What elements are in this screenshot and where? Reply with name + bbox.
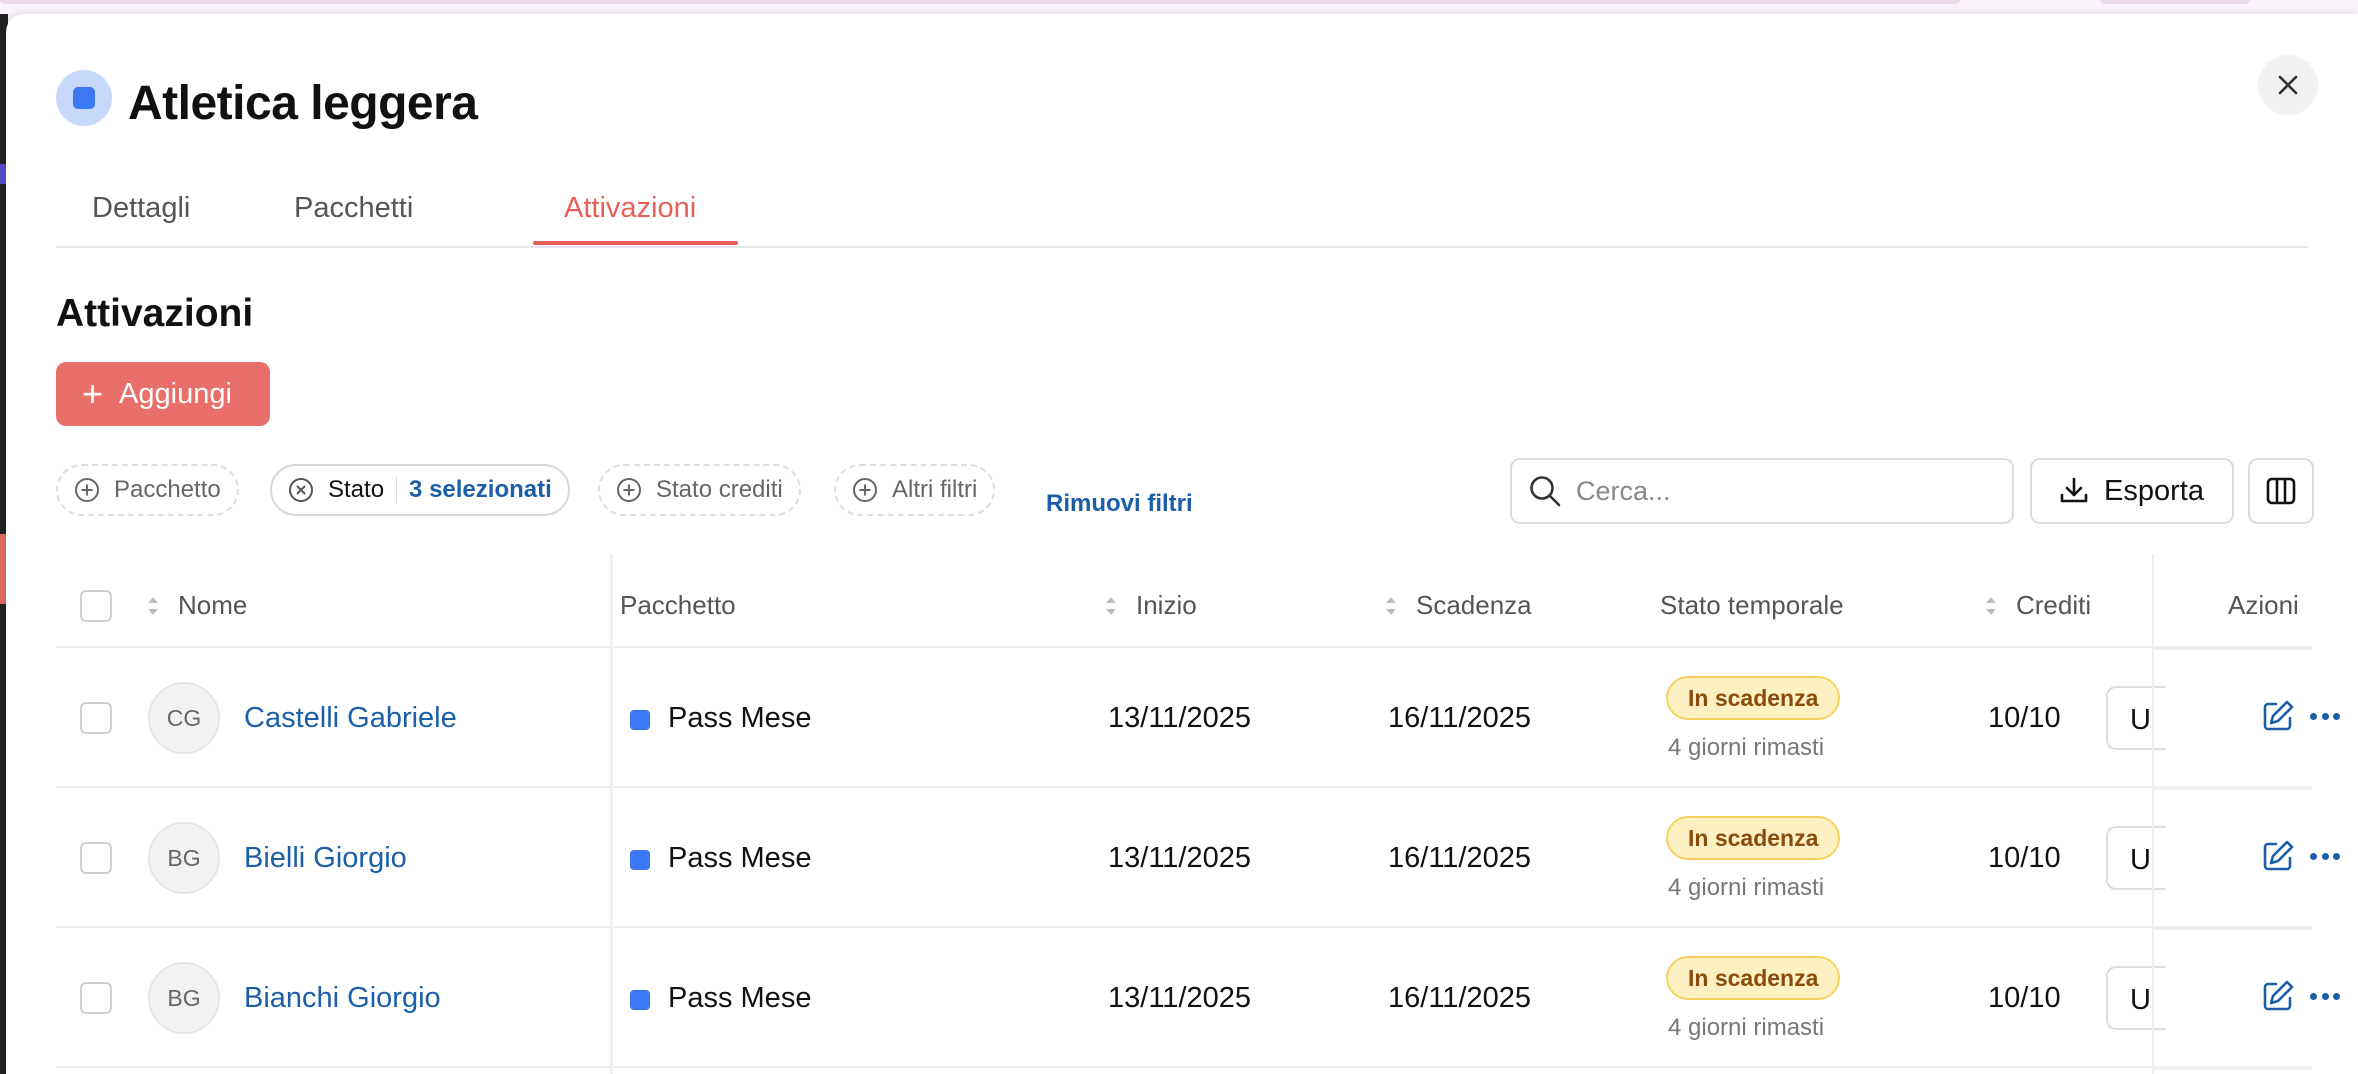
table-header: Nome Pacchetto Inizio Scadenza Stato tem… <box>56 554 2312 648</box>
days-remaining: 4 giorni rimasti <box>1668 734 1825 761</box>
filter-stato-selected: 3 selezionati <box>409 476 552 503</box>
close-icon <box>2278 75 2298 95</box>
search-box[interactable] <box>1510 458 2014 524</box>
export-button[interactable]: Esporta <box>2030 458 2234 524</box>
header-crediti[interactable]: Crediti <box>2016 590 2091 621</box>
package-name: Pass Mese <box>668 982 812 1014</box>
select-all-checkbox[interactable] <box>80 590 112 622</box>
more-options-button[interactable] <box>2310 986 2340 1006</box>
member-name-link[interactable]: Bianchi Giorgio <box>244 982 441 1015</box>
background-bar <box>2100 0 2250 4</box>
sort-icon[interactable] <box>146 594 160 618</box>
activations-table: Nome Pacchetto Inizio Scadenza Stato tem… <box>56 554 2340 1074</box>
table-row: CG Castelli Gabriele Pass Mese 13/11/202… <box>56 648 2312 788</box>
download-icon <box>2060 477 2088 503</box>
credits-value: 10/10 <box>1988 702 2061 734</box>
avatar: BG <box>148 962 220 1034</box>
table-row: BG Bielli Giorgio Pass Mese 13/11/2025 1… <box>56 788 2312 928</box>
header-inizio[interactable]: Inizio <box>1136 590 1197 621</box>
package-color-icon <box>630 710 650 730</box>
edit-icon[interactable] <box>2260 978 2296 1014</box>
filter-stato-crediti-label: Stato crediti <box>656 476 783 503</box>
package-name: Pass Mese <box>668 702 812 734</box>
clear-filter-icon[interactable] <box>288 477 314 503</box>
avatar: BG <box>148 822 220 894</box>
edit-icon[interactable] <box>2260 698 2296 734</box>
plus-circle-icon <box>617 478 641 502</box>
add-button[interactable]: + Aggiungi <box>56 362 270 426</box>
more-options-button[interactable] <box>2310 706 2340 726</box>
close-button[interactable] <box>2258 55 2318 115</box>
filter-stato[interactable]: Stato 3 selezionati <box>270 464 570 516</box>
status-badge: In scadenza <box>1666 956 1841 1000</box>
search-input[interactable] <box>1576 475 1996 507</box>
package-name: Pass Mese <box>668 842 812 874</box>
credits-value: 10/10 <box>1988 982 2061 1014</box>
start-date: 13/11/2025 <box>1108 982 1251 1014</box>
tab-pacchetti[interactable]: Pacchetti <box>294 192 413 225</box>
package-color-icon <box>630 990 650 1010</box>
member-name-link[interactable]: Bielli Giorgio <box>244 842 407 875</box>
tab-bar: Dettagli Pacchetti Attivazioni <box>56 174 2308 248</box>
chip-divider <box>396 477 398 503</box>
activation-modal: Atletica leggera Dettagli Pacchetti Atti… <box>6 14 2358 1074</box>
columns-icon <box>2266 477 2296 505</box>
filter-stato-crediti[interactable]: Stato crediti <box>598 464 801 516</box>
days-remaining: 4 giorni rimasti <box>1668 1014 1825 1041</box>
sort-icon[interactable] <box>1984 594 1998 618</box>
tab-attivazioni[interactable]: Attivazioni <box>564 192 696 225</box>
package-color-icon <box>630 850 650 870</box>
filter-altri-filtri[interactable]: Altri filtri <box>834 464 996 516</box>
plus-circle-icon <box>75 478 99 502</box>
active-tab-indicator <box>533 241 738 245</box>
table-row: BG Bianchi Giorgio Pass Mese 13/11/2025 … <box>56 928 2312 1068</box>
remove-filters-link[interactable]: Rimuovi filtri <box>1046 490 1193 518</box>
filter-pacchetto[interactable]: Pacchetto <box>56 464 239 516</box>
sort-icon[interactable] <box>1104 594 1118 618</box>
credits-value: 10/10 <box>1988 842 2061 874</box>
search-icon <box>1530 476 1561 507</box>
add-button-label: Aggiungi <box>119 377 232 410</box>
header-nome[interactable]: Nome <box>178 590 247 621</box>
filter-stato-label: Stato <box>328 476 385 503</box>
end-date: 16/11/2025 <box>1388 842 1531 874</box>
sort-icon[interactable] <box>1384 594 1398 618</box>
plus-icon: + <box>82 373 104 414</box>
category-color-icon <box>56 70 112 126</box>
avatar: CG <box>148 682 220 754</box>
status-badge: In scadenza <box>1666 816 1841 860</box>
header-pacchetto: Pacchetto <box>620 590 736 620</box>
modal-title: Atletica leggera <box>128 77 478 130</box>
row-checkbox[interactable] <box>80 982 112 1014</box>
end-date: 16/11/2025 <box>1388 702 1531 734</box>
days-remaining: 4 giorni rimasti <box>1668 874 1825 901</box>
plus-circle-icon <box>853 478 877 502</box>
start-date: 13/11/2025 <box>1108 842 1251 874</box>
filter-altri-filtri-label: Altri filtri <box>892 476 978 503</box>
edit-icon[interactable] <box>2260 838 2296 874</box>
background-bar <box>0 0 1960 4</box>
export-label: Esporta <box>2104 474 2204 507</box>
filter-pacchetto-label: Pacchetto <box>114 476 221 503</box>
start-date: 13/11/2025 <box>1108 702 1251 734</box>
member-name-link[interactable]: Castelli Gabriele <box>244 702 457 735</box>
header-stato-temporale: Stato temporale <box>1660 590 1844 620</box>
columns-button[interactable] <box>2248 458 2314 524</box>
more-options-button[interactable] <box>2310 846 2340 866</box>
end-date: 16/11/2025 <box>1388 982 1531 1014</box>
row-checkbox[interactable] <box>80 842 112 874</box>
tab-dettagli[interactable]: Dettagli <box>92 192 190 225</box>
background-app-strip <box>0 0 2358 14</box>
row-checkbox[interactable] <box>80 702 112 734</box>
status-badge: In scadenza <box>1666 676 1841 720</box>
header-scadenza[interactable]: Scadenza <box>1416 590 1532 621</box>
section-title: Attivazioni <box>56 292 254 335</box>
actions-column <box>2154 554 2340 1074</box>
